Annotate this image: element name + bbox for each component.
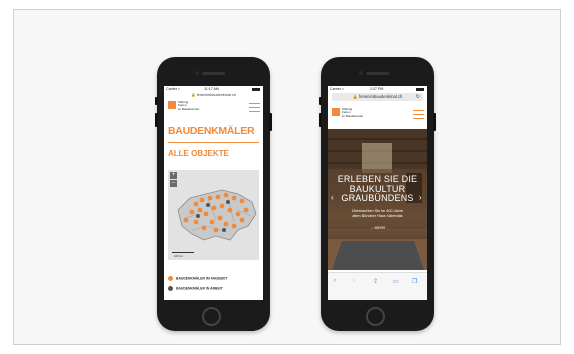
clock: 2:37 PM [370, 87, 384, 91]
side-button [155, 97, 158, 105]
side-button [319, 97, 322, 105]
hero-subtitle: Übernachten Sie im 400 Jahre alten Bündn… [351, 209, 404, 218]
url-label[interactable]: 🔒 ferienimbaudenkmal.ch [186, 92, 241, 97]
tabs-icon[interactable]: ❐ [412, 278, 417, 285]
side-button [155, 113, 158, 127]
legend-label: BAUDENKMÄLER IM ANGEBOT [176, 276, 228, 281]
speaker [366, 72, 389, 75]
browser-toolbar: ‹ › ⇪ ▭ ❐ [328, 272, 427, 300]
chevron-left-icon[interactable]: ‹ [331, 193, 334, 202]
screen-left: Carrier ≈ 11:17 AM 🔒 ferienimbaudenkmal.… [164, 86, 263, 300]
zoom-out-button[interactable]: – [170, 180, 177, 187]
share-icon[interactable]: ⇪ [373, 278, 378, 285]
camera-icon [359, 71, 363, 75]
battery-icon [416, 87, 424, 91]
dot-icon [168, 276, 173, 281]
map-scale: 100 km [174, 254, 184, 258]
side-button [269, 113, 272, 131]
back-icon[interactable]: ‹ [334, 278, 336, 284]
logo-icon[interactable] [332, 108, 340, 116]
hamburger-icon[interactable] [413, 110, 424, 119]
screen-right: Carrier ≈ 2:37 PM 🔒 ferienimbaudenkmal.c… [328, 86, 427, 300]
battery-icon [252, 87, 260, 91]
zoom-in-button[interactable]: + [170, 172, 177, 179]
hero-image: ERLEBEN SIE DIE BAUKULTUR GRAUBÜNDENS Üb… [328, 129, 427, 270]
dot-icon [168, 286, 173, 291]
phone-right: Carrier ≈ 2:37 PM 🔒 ferienimbaudenkmal.c… [319, 57, 436, 331]
status-bar: Carrier ≈ 2:37 PM [328, 86, 427, 92]
address-text: 🔒 ferienimbaudenkmal.ch [352, 94, 403, 99]
side-button [433, 113, 436, 131]
page-title: BAUDENKMÄLER [168, 125, 255, 137]
side-button [319, 113, 322, 127]
more-link[interactable]: → MEHR [328, 226, 427, 230]
carrier-label: Carrier ≈ [330, 87, 344, 91]
mockup-frame: Carrier ≈ 11:17 AM 🔒 ferienimbaudenkmal.… [13, 9, 561, 345]
hamburger-icon[interactable] [249, 103, 260, 112]
home-button[interactable] [366, 307, 385, 326]
map-canvas [168, 170, 259, 260]
logo-text[interactable]: Stiftung Ferien im Baudenkmal [342, 107, 363, 118]
section-title: ALLE OBJEKTE [168, 149, 229, 158]
address-bar[interactable]: 🔒 ferienimbaudenkmal.ch ↻ [332, 93, 423, 101]
carrier-label: Carrier ≈ [166, 87, 180, 91]
reload-icon[interactable]: ↻ [416, 93, 420, 101]
map[interactable]: + – 100 km [168, 170, 259, 260]
camera-icon [195, 71, 199, 75]
hero-title: ERLEBEN SIE DIE BAUKULTUR GRAUBÜNDENS [337, 174, 418, 203]
legend-label: BAUDENKMÄLER IN ARBEIT [176, 286, 223, 291]
phone-left: Carrier ≈ 11:17 AM 🔒 ferienimbaudenkmal.… [155, 57, 272, 331]
legend-item-available: BAUDENKMÄLER IM ANGEBOT [168, 276, 228, 281]
chevron-right-icon[interactable]: › [419, 193, 422, 202]
home-button[interactable] [202, 307, 221, 326]
logo-icon[interactable] [168, 101, 176, 109]
forward-icon[interactable]: › [353, 278, 355, 284]
legend-item-in-progress: BAUDENKMÄLER IN ARBEIT [168, 286, 223, 291]
clock: 11:17 AM [204, 87, 219, 91]
bookmarks-icon[interactable]: ▭ [393, 278, 399, 285]
logo-text[interactable]: Stiftung Ferien im Baudenkmal [178, 100, 199, 111]
divider [168, 142, 259, 143]
speaker [202, 72, 225, 75]
